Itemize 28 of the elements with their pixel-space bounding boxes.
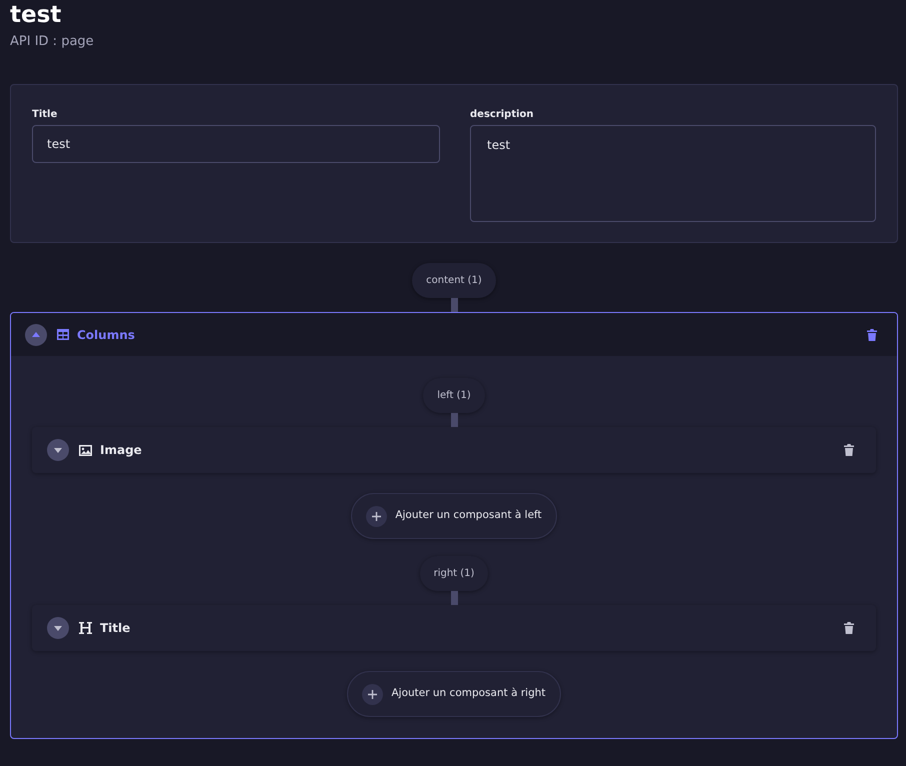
heading-icon [79, 622, 92, 634]
caret-down-icon [54, 448, 62, 453]
add-component-button[interactable]: Ajouter un composant à right [347, 671, 561, 718]
caret-down-icon [54, 626, 62, 631]
zone-count-label: right (1) [420, 556, 488, 592]
field-label: description [470, 108, 535, 122]
component-name: Columns [77, 326, 135, 344]
api-id-text: API ID : page [10, 32, 95, 51]
trash-icon [867, 328, 877, 341]
zone-count-label: left (1) [423, 378, 485, 414]
collapse-toggle[interactable] [47, 617, 69, 640]
plus-icon [362, 684, 384, 705]
field-label: Title [32, 108, 58, 122]
description-field[interactable]: test [470, 125, 876, 222]
component-name: Image [100, 442, 142, 460]
title-field[interactable]: test [32, 125, 440, 164]
collapse-toggle[interactable] [25, 324, 47, 346]
plus-icon [366, 506, 388, 527]
zone-count-label: content (1) [412, 263, 496, 298]
caret-up-icon [32, 332, 40, 338]
trash-icon [844, 622, 854, 634]
component-name: Title [100, 620, 130, 638]
page-title: test [10, 2, 62, 30]
image-icon [79, 444, 92, 456]
collapse-toggle[interactable] [47, 439, 69, 462]
table-icon [57, 329, 69, 340]
add-component-button[interactable]: Ajouter un composant à left [351, 493, 557, 540]
trash-icon [844, 444, 854, 456]
